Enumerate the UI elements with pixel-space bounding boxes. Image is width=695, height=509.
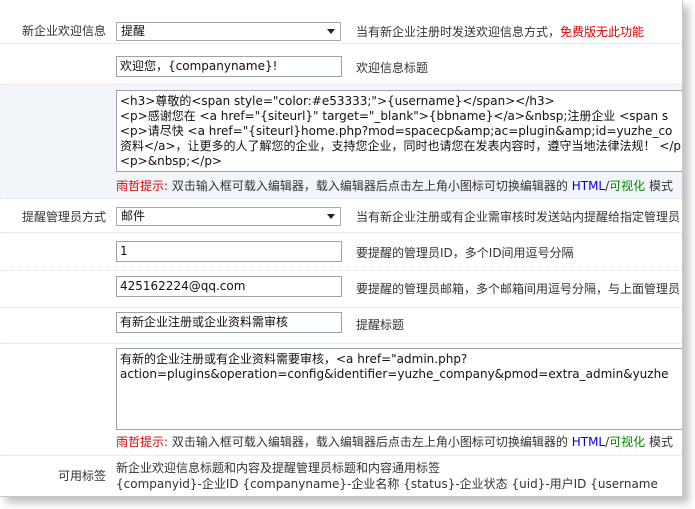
chevron-down-icon: [327, 214, 335, 219]
admin-email-tip: 要提醒的管理员邮箱，多个邮箱间用逗号分隔，与上面管理员: [356, 282, 681, 296]
welcome-content-line: 资料</a>，让更多的人了解您的企业，支持您企业，同时也请您在发表内容时，遵守当…: [120, 139, 683, 153]
free-version-warning: 免费版无此功能: [560, 25, 645, 39]
row-welcome-title: 欢迎您，{companyname}! 欢迎信息标题: [0, 44, 682, 85]
tags-list: {companyid}-企业ID {companyname}-企业名称 {sta…: [116, 477, 658, 491]
welcome-method-value: 提醒: [121, 24, 146, 38]
welcome-title-tip: 欢迎信息标题: [356, 61, 429, 75]
row-welcome-content: <h3>尊敬的<span style="color:#e53333;">{use…: [0, 85, 682, 199]
admin-id-input[interactable]: 1: [116, 241, 342, 262]
welcome-content-line: <p>感谢您在 <a href="{siteurl}" target="_bla…: [120, 109, 669, 123]
notify-editor-hint: 雨哲提示: 双击输入框可载入编辑器，载入编辑器后点击左上角小图标可切换编辑器的 …: [116, 433, 673, 450]
admin-notify-select[interactable]: 邮件: [116, 207, 341, 226]
admin-email-input[interactable]: 425162224@qq.com: [116, 276, 342, 297]
row-admin-id: 1 要提醒的管理员ID，多个ID间用逗号分隔: [0, 233, 682, 271]
row-admin-notify: 提醒管理员方式 邮件 当有新企业注册或有企业需审核时发送站内提醒给指定管理员: [0, 199, 682, 233]
welcome-method-tip-text: 当有新企业注册时发送欢迎信息方式，: [356, 25, 561, 39]
notify-content-textarea[interactable]: 有新的企业注册或有企业资料需要审核，<a href="admin.php? ac…: [116, 348, 682, 430]
hint-text: 双击输入框可载入编辑器，载入编辑器后点击左上角小图标可切换编辑器的: [171, 179, 568, 193]
chevron-down-icon: [327, 29, 335, 34]
notify-title-tip: 提醒标题: [356, 318, 405, 332]
row-welcome-method: 新企业欢迎信息 提醒 当有新企业注册时发送欢迎信息方式，免费版无此功能: [0, 0, 682, 44]
hint-suffix: 模式: [649, 435, 674, 449]
notify-content-line: 有新的企业注册或有企业资料需要审核，<a href="admin.php?: [120, 352, 468, 366]
hint-visual-mode: 可视化: [609, 435, 646, 449]
row-notify-content: 有新的企业注册或有企业资料需要审核，<a href="admin.php? ac…: [0, 344, 682, 456]
admin-id-tip: 要提醒的管理员ID，多个ID间用逗号分隔: [356, 246, 574, 260]
welcome-title-input[interactable]: 欢迎您，{companyname}!: [116, 56, 342, 77]
welcome-content-line: <h3>尊敬的<span style="color:#e53333;">{use…: [120, 94, 555, 108]
welcome-method-label: 新企业欢迎信息: [21, 24, 106, 38]
hint-html-mode: HTML: [571, 435, 606, 449]
welcome-method-tip: 当有新企业注册时发送欢迎信息方式，免费版无此功能: [356, 23, 644, 40]
welcome-content-textarea[interactable]: <h3>尊敬的<span style="color:#e53333;">{use…: [116, 90, 683, 172]
row-admin-email: 425162224@qq.com 要提醒的管理员邮箱，多个邮箱间用逗号分隔，与上…: [0, 271, 682, 308]
row-available-tags: 可用标签 新企业欢迎信息标题和内容及提醒管理员标题和内容通用标签 {compan…: [0, 456, 682, 496]
admin-notify-value: 邮件: [121, 209, 146, 223]
hint-html-mode: HTML: [571, 179, 606, 193]
welcome-content-line: <p>&nbsp;</p>: [120, 154, 222, 168]
admin-notify-tip: 当有新企业注册或有企业需审核时发送站内提醒给指定管理员: [356, 210, 681, 224]
hint-prefix: 雨哲提示:: [116, 435, 169, 449]
tags-description: 新企业欢迎信息标题和内容及提醒管理员标题和内容通用标签: [116, 461, 441, 475]
welcome-editor-hint: 雨哲提示: 双击输入框可载入编辑器，载入编辑器后点击左上角小图标可切换编辑器的 …: [116, 177, 673, 194]
hint-visual-mode: 可视化: [609, 179, 646, 193]
tags-label: 可用标签: [57, 469, 106, 483]
settings-form: 新企业欢迎信息 提醒 当有新企业注册时发送欢迎信息方式，免费版无此功能 欢迎您，…: [0, 0, 683, 497]
hint-suffix: 模式: [649, 179, 674, 193]
admin-notify-label: 提醒管理员方式: [21, 210, 106, 224]
hint-prefix: 雨哲提示:: [116, 179, 169, 193]
notify-title-input[interactable]: 有新企业注册或企业资料需审核: [116, 312, 342, 333]
welcome-method-select[interactable]: 提醒: [116, 22, 341, 41]
hint-text: 双击输入框可载入编辑器，载入编辑器后点击左上角小图标可切换编辑器的: [171, 435, 568, 449]
row-notify-title: 有新企业注册或企业资料需审核 提醒标题: [0, 308, 682, 344]
notify-content-line: action=plugins&operation=config&identifi…: [120, 367, 669, 381]
welcome-content-line: <p>请尽快 <a href="{siteurl}home.php?mod=sp…: [120, 124, 673, 138]
